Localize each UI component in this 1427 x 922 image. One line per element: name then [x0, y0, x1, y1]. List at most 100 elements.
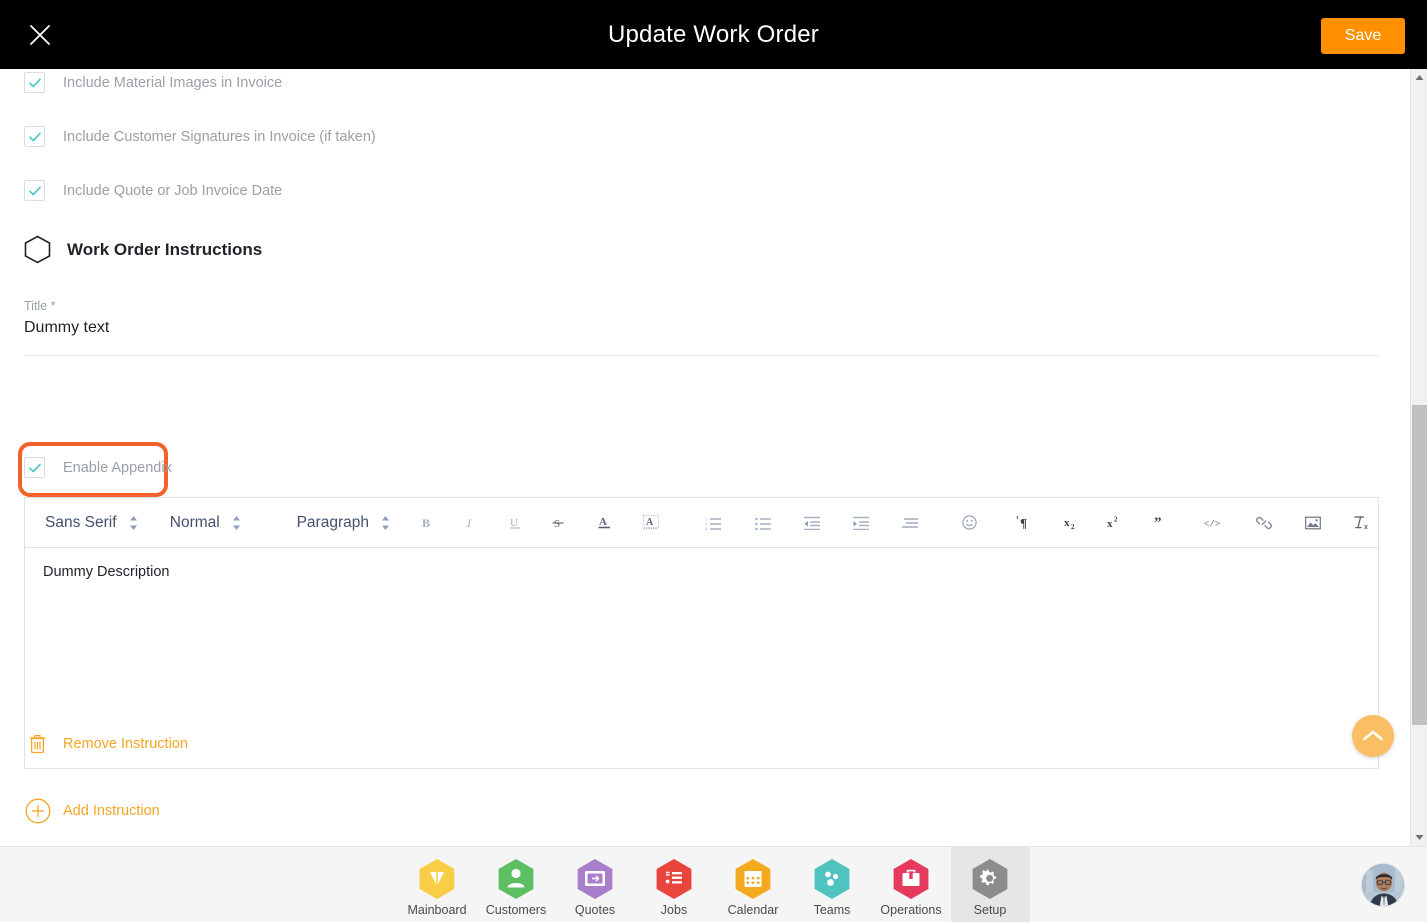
checkbox-row-material-images[interactable]: Include Material Images in Invoice: [24, 72, 282, 93]
background-color-icon[interactable]: A: [640, 512, 662, 534]
rich-text-editor: Sans Serif Normal Paragraph B I U S A A …: [24, 497, 1379, 769]
checkbox-row-enable-appendix[interactable]: Enable Appendix: [24, 457, 172, 478]
ordered-list-icon[interactable]: 1 2 3: [702, 512, 724, 534]
title-field-underline: [24, 355, 1379, 356]
chevron-updown-icon: [381, 515, 390, 531]
jobs-icon: [655, 858, 693, 899]
svg-text:x: x: [1107, 518, 1113, 530]
clear-formatting-icon[interactable]: x: [1352, 512, 1372, 534]
gear-icon: [971, 858, 1009, 899]
font-family-select[interactable]: Sans Serif: [45, 514, 140, 532]
code-block-icon[interactable]: </>: [1203, 512, 1223, 534]
font-size-select[interactable]: Normal: [170, 514, 265, 532]
calendar-icon: [734, 858, 772, 899]
checkbox-label: Include Material Images in Invoice: [63, 74, 283, 91]
nav-item-teams[interactable]: Teams: [793, 847, 872, 922]
section-title: Work Order Instructions: [67, 239, 263, 259]
checkbox-enable-appendix[interactable]: [24, 457, 45, 478]
nav-item-setup[interactable]: Setup: [950, 847, 1030, 922]
section-header-work-order-instructions: Work Order Instructions: [24, 235, 262, 264]
vertical-scrollbar[interactable]: [1410, 69, 1427, 846]
nav-label: Jobs: [660, 902, 688, 917]
svg-text:¶: ¶: [1020, 516, 1027, 531]
user-avatar[interactable]: [1361, 863, 1405, 907]
teams-icon: [813, 858, 851, 899]
checkbox-row-invoice-date[interactable]: Include Quote or Job Invoice Date: [24, 180, 282, 201]
page-title: Update Work Order: [607, 20, 820, 48]
subscript-icon[interactable]: x 2: [1063, 512, 1083, 534]
checkbox-row-customer-signatures[interactable]: Include Customer Signatures in Invoice (…: [24, 126, 376, 147]
checkbox-label: Enable Appendix: [63, 459, 172, 476]
form-scroll-area: Include Material Images in Invoice Inclu…: [0, 69, 1410, 846]
svg-text:A: A: [646, 517, 654, 528]
svg-text:3: 3: [705, 526, 708, 530]
svg-text:2: 2: [1071, 523, 1075, 531]
nav-item-jobs[interactable]: Jobs: [635, 847, 714, 922]
strikethrough-icon[interactable]: S: [547, 512, 569, 534]
chevron-updown-icon: [232, 515, 241, 531]
svg-text:A: A: [599, 516, 607, 528]
scrollbar-down-arrow[interactable]: [1411, 829, 1427, 846]
svg-text:x: x: [1364, 524, 1368, 530]
checkbox-label: Include Customer Signatures in Invoice (…: [63, 128, 376, 145]
svg-text:U: U: [510, 517, 518, 529]
nav-label: Operations: [880, 902, 942, 917]
scrollbar-thumb[interactable]: [1412, 405, 1427, 725]
svg-text:S: S: [554, 518, 560, 530]
checkbox-invoice-date[interactable]: [24, 180, 45, 201]
link-icon[interactable]: [1253, 512, 1275, 534]
nav-label: Mainboard: [407, 902, 467, 917]
block-format-select[interactable]: Paragraph: [297, 514, 390, 532]
chevron-updown-icon: [129, 515, 138, 531]
unordered-list-icon[interactable]: [752, 512, 774, 534]
underline-icon[interactable]: U: [504, 512, 526, 534]
nav-label: Customers: [485, 902, 547, 917]
nav-item-mainboard[interactable]: Mainboard: [398, 847, 477, 922]
nav-item-calendar[interactable]: Calendar: [714, 847, 793, 922]
editor-content[interactable]: Dummy Description: [25, 548, 1378, 768]
save-button[interactable]: Save: [1321, 18, 1405, 54]
plus-circle-icon: [24, 798, 51, 824]
nav-label: Quotes: [574, 902, 616, 917]
superscript-icon[interactable]: x 2: [1106, 512, 1126, 534]
font-size-value: Normal: [169, 513, 220, 531]
svg-text:</>: </>: [1204, 519, 1220, 529]
add-instruction-label: Add Instruction: [63, 803, 160, 819]
svg-text:x: x: [1064, 517, 1070, 529]
nav-item-operations[interactable]: Operations: [872, 847, 951, 922]
nav-label: Calendar: [727, 902, 779, 917]
nav-item-customers[interactable]: Customers: [477, 847, 556, 922]
emoji-icon[interactable]: [959, 512, 981, 534]
title-field-label: Title *: [24, 299, 56, 313]
image-icon[interactable]: [1302, 512, 1324, 534]
checkbox-material-images[interactable]: [24, 72, 45, 93]
nav-label: Setup: [973, 902, 1007, 917]
checkbox-customer-signatures[interactable]: [24, 126, 45, 147]
remove-instruction-button[interactable]: Remove Instruction: [24, 734, 188, 754]
mainboard-icon: [418, 858, 456, 899]
chevron-up-icon: [1363, 730, 1383, 741]
svg-text:B: B: [422, 516, 430, 530]
align-icon[interactable]: [899, 512, 921, 534]
italic-icon[interactable]: I: [460, 512, 482, 534]
hexagon-icon: [24, 235, 51, 264]
text-color-icon[interactable]: A: [594, 512, 616, 534]
text-direction-icon[interactable]: ¶: [1011, 512, 1037, 534]
checkbox-label: Include Quote or Job Invoice Date: [63, 182, 283, 199]
bottom-navigation-bar: Mainboard Customers Quotes Jobs Calendar…: [0, 846, 1427, 922]
scroll-to-top-button[interactable]: [1352, 715, 1394, 757]
trash-icon: [24, 734, 51, 754]
title-input[interactable]: [24, 319, 1379, 337]
scrollbar-up-arrow[interactable]: [1411, 69, 1427, 86]
blockquote-icon[interactable]: ”: [1150, 512, 1172, 534]
outdent-icon[interactable]: [801, 512, 823, 534]
customers-icon: [497, 858, 535, 899]
font-family-value: Sans Serif: [45, 513, 117, 531]
remove-instruction-label: Remove Instruction: [63, 736, 188, 752]
add-instruction-button[interactable]: Add Instruction: [24, 798, 160, 824]
indent-icon[interactable]: [850, 512, 872, 534]
editor-toolbar: Sans Serif Normal Paragraph B I U S A A …: [25, 498, 1378, 548]
svg-text:2: 2: [1114, 515, 1118, 523]
nav-item-quotes[interactable]: Quotes: [556, 847, 635, 922]
bold-icon[interactable]: B: [416, 512, 438, 534]
